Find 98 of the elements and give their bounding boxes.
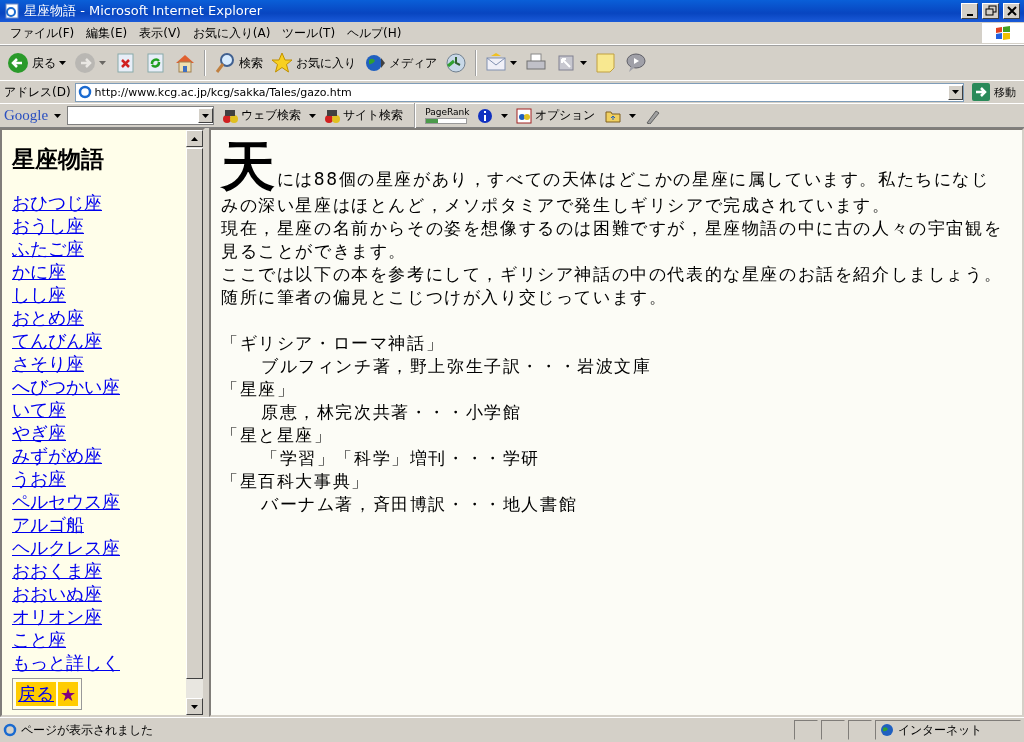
page-icon: [3, 723, 17, 737]
google-logo[interactable]: Google: [4, 107, 49, 124]
web-button[interactable]: ウェブ検索: [220, 107, 304, 124]
info-icon: [477, 107, 494, 124]
book-detail: 原恵，林完次共著・・・小学館: [260, 401, 523, 424]
site-button[interactable]: サイト検索: [322, 107, 406, 124]
search-icon: [214, 52, 236, 74]
options-icon: [516, 107, 533, 124]
caret-icon: [309, 113, 317, 118]
caret-icon: [952, 90, 959, 94]
dropdown-button[interactable]: [948, 84, 963, 100]
menu-item[interactable]: ツール(T): [276, 24, 342, 42]
paragraph: ここでは以下の本を参考にして，ギリシア神話の中の代表的な星座のお話を紹介しましょう。随所に筆者の偏見とこじつけが入り交じっています。: [221, 263, 1004, 309]
close-icon: [1005, 5, 1018, 17]
dropdown-button[interactable]: [198, 108, 214, 123]
search-button[interactable]: 検索: [211, 50, 266, 76]
sidebar-link[interactable]: もっと詳しく: [12, 651, 120, 674]
address-field[interactable]: http://www.kcg.ac.jp/kcg/sakka/Tales/gazo.htm: [74, 82, 964, 102]
menu-item[interactable]: ファイル(F): [4, 24, 81, 42]
book-title: 「星座」: [221, 378, 297, 401]
sidebar-link[interactable]: ペルセウス座: [12, 490, 120, 513]
menu-item[interactable]: 編集(E): [80, 24, 134, 42]
favorites-button[interactable]: お気に入り: [268, 50, 359, 76]
status-text: ページが表示されました: [21, 721, 153, 739]
book-detail: ブルフィンチ著，野上弥生子訳・・・岩波文庫: [260, 355, 653, 378]
book-detail: バーナム著，斉田博訳・・・地人書館: [260, 493, 579, 516]
speech-bubble-icon: [625, 52, 647, 74]
page-icon: [77, 85, 92, 99]
scroll-down-button[interactable]: [186, 698, 203, 715]
sidebar-title: 星座物語: [12, 145, 104, 174]
caret-icon: [54, 113, 62, 118]
caret-icon: [510, 61, 517, 65]
note-icon: [595, 52, 617, 74]
book-title: 「星百科大事典」: [221, 470, 371, 493]
star-button[interactable]: ★: [58, 682, 79, 706]
caret-icon: [59, 61, 66, 65]
sidebar-link[interactable]: かに座: [12, 260, 66, 283]
book-detail: 「学習」「科学」増刊・・・学研: [260, 447, 541, 470]
caret-icon: [202, 113, 210, 118]
up-caret-icon: [191, 136, 198, 141]
sidebar-link[interactable]: おうし座: [12, 214, 84, 237]
sidebar-link[interactable]: しし座: [12, 283, 66, 306]
caret-icon: [501, 113, 509, 118]
edit-icon: [555, 52, 577, 74]
options-button[interactable]: オプション: [514, 107, 598, 124]
sidebar-link[interactable]: おとめ座: [12, 306, 84, 329]
page-icon: [4, 3, 20, 19]
sidebar-link[interactable]: おひつじ座: [12, 191, 102, 214]
caret-icon: [580, 61, 587, 65]
sidebar-link[interactable]: いて座: [12, 398, 66, 421]
window-title: 星座物語 - Microsoft Internet Explorer: [24, 2, 264, 20]
caret-icon: [191, 704, 198, 709]
paragraph: 天 には88個の星座があり，すべての天体はどこかの星座に属しています。私たちになじみの深い星座はほとんど，メソポタミアで発生しギリシアで完成されています。: [221, 140, 991, 217]
minimize-button[interactable]: [961, 3, 978, 19]
restore-icon: [984, 5, 997, 17]
sidebar-link[interactable]: ふたご座: [12, 237, 84, 260]
caret-icon: [629, 113, 637, 118]
stop-icon: [114, 52, 136, 74]
restore-button[interactable]: [982, 3, 999, 19]
sidebar-link[interactable]: アルゴ船: [12, 513, 84, 536]
sidebar-link[interactable]: ヘルクレス座: [12, 536, 120, 559]
globe-icon: [364, 52, 386, 74]
pagerank-meter: PageRank: [425, 107, 470, 124]
back-button[interactable]: 戻る: [4, 50, 69, 76]
paragraph: 現在，星座の名前からその姿を想像するのは困難ですが，星座物語の中に古の人々の宇宙観を見ることができます。: [221, 217, 1004, 263]
refresh-icon: [144, 52, 166, 74]
sidebar-link[interactable]: オリオン座: [12, 605, 102, 628]
caret-icon: [99, 61, 106, 65]
menu-item[interactable]: 表示(V): [133, 24, 187, 42]
minimize-icon: [966, 14, 973, 16]
close-button[interactable]: [1003, 3, 1020, 19]
house-icon: [174, 52, 196, 74]
envelope-icon: [485, 52, 507, 74]
sidebar-link[interactable]: へびつかい座: [12, 375, 120, 398]
menu-item[interactable]: ヘルプ(H): [341, 24, 408, 42]
sidebar-link[interactable]: うお座: [12, 467, 66, 490]
binoculars-icon: [222, 107, 239, 124]
go-button[interactable]: 移動: [968, 83, 1020, 101]
globe-icon: [880, 723, 894, 737]
star-icon: [271, 52, 293, 74]
sidebar-link[interactable]: さそり座: [12, 352, 84, 375]
book-title: 「ギリシア・ローマ神話」: [221, 332, 446, 355]
sidebar-link[interactable]: おおくま座: [12, 559, 102, 582]
back-button[interactable]: 戻る: [16, 682, 56, 706]
address-label: アドレス(D): [4, 83, 71, 101]
menu-item[interactable]: お気に入り(A): [186, 24, 277, 42]
search-field[interactable]: [67, 106, 215, 125]
sidebar-link[interactable]: こと座: [12, 628, 66, 651]
sidebar-link[interactable]: みずがめ座: [12, 444, 102, 467]
scroll-up-button[interactable]: [186, 130, 203, 147]
sidebar-link[interactable]: やぎ座: [12, 421, 66, 444]
zone-text: インターネット: [898, 721, 982, 739]
book-title: 「星と星座」: [221, 424, 334, 447]
flag-logo-icon: [995, 25, 1011, 41]
sidebar-link[interactable]: てんびん座: [12, 329, 102, 352]
binoculars-icon: [324, 107, 341, 124]
media-button[interactable]: メディア: [361, 50, 440, 76]
sidebar-link[interactable]: おおいぬ座: [12, 582, 102, 605]
